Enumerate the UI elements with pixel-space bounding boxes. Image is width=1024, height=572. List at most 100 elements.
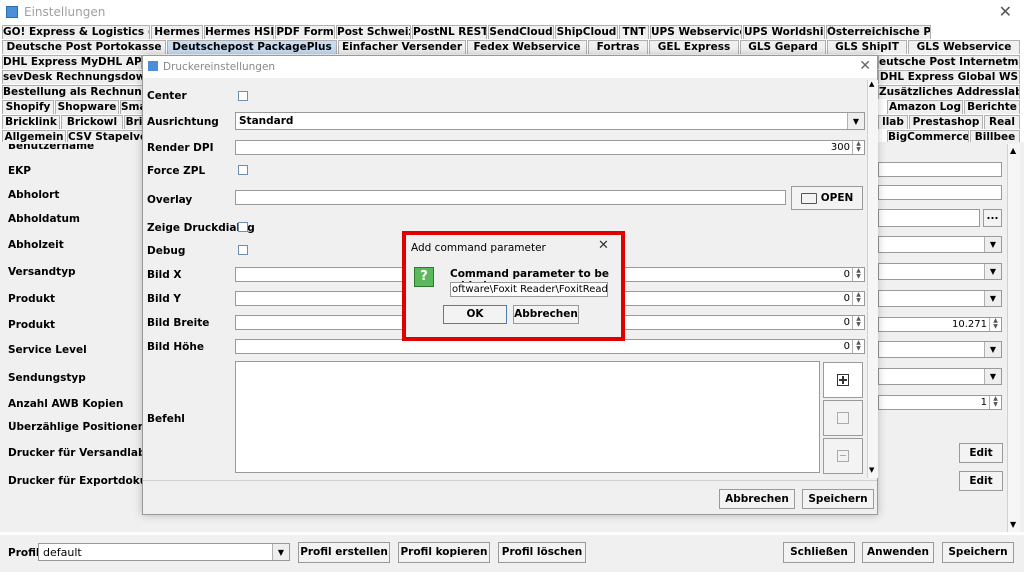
ausrichtung-select[interactable]: Standard ▼ [235,112,865,130]
overlay-input[interactable] [235,190,786,205]
render-dpi-spinner[interactable]: 300 ▲ ▼ [235,140,865,155]
profil-loeschen-button[interactable]: Profil löschen [498,542,586,563]
tab-prestashop[interactable]: Prestashop [909,115,983,129]
spinner-arrows-icon[interactable]: ▲ ▼ [989,396,1001,409]
close-icon[interactable]: ✕ [859,58,871,74]
befehl-label: Befehl [147,413,185,425]
dialog-scrollbar[interactable]: ▲ ▼ [867,80,878,478]
dialog-title: Druckereinstellungen [163,61,276,73]
tab-berichte[interactable]: Berichte [964,100,1020,114]
edit-exportdokumente-button[interactable]: Edit [959,471,1003,491]
tab-pdf-form[interactable]: PDF Form [275,25,335,39]
open-button[interactable]: OPEN [791,186,863,210]
force-zpl-checkbox[interactable] [238,165,248,175]
produkt-select[interactable]: ▼ [878,290,1002,307]
versandtyp-select[interactable]: ▼ [878,263,1002,280]
tab-real[interactable]: Real [984,115,1020,129]
tab-sevdesk[interactable]: sevDesk Rechnungsdownlo [2,70,147,84]
chevron-down-icon: ▼ [984,237,1001,252]
tab-oesterreichische-post[interactable]: Österreichische Post [826,25,931,39]
bild-y-value: 0 [843,293,850,304]
tab-sendcloud[interactable]: SendCloud [488,25,554,39]
folder-icon [800,192,817,204]
tab-ups-webservice[interactable]: UPS Webservice [650,25,742,39]
edit-command-button[interactable] [823,400,863,436]
spinner-arrows-icon[interactable]: ▲ ▼ [852,141,864,154]
chevron-down-icon: ▼ [984,291,1001,306]
befehl-list[interactable] [235,361,820,473]
spinner-arrows-icon[interactable]: ▲ ▼ [852,316,864,329]
ekp-input[interactable] [878,162,1002,177]
tab-gls-shipit[interactable]: GLS ShipIT [827,40,907,54]
tab-deutschepost-packageplus[interactable]: Deutschepost PackagePlus [167,40,337,54]
tab-go-express[interactable]: GO! Express & Logistics (AX4) [2,25,150,39]
tab-einfacher-versender[interactable]: Einfacher Versender [338,40,466,54]
tab-ups-worldship[interactable]: UPS Worldship [743,25,825,39]
tab-shopify[interactable]: Shopify [2,100,54,114]
tab-llab[interactable]: llab [878,115,908,129]
tab-sma[interactable]: Sma [120,100,144,114]
tab-zusaetzliches-addresslabel[interactable]: Zusätzliches Addresslabel [878,85,1020,99]
tab-gls-gepard[interactable]: GLS Gepard [740,40,826,54]
profil-kopieren-button[interactable]: Profil kopieren [398,542,490,563]
schliessen-button[interactable]: Schließen [783,542,855,563]
profil-select[interactable]: default ▼ [38,543,290,561]
tab-brickowl[interactable]: Brickowl [61,115,123,129]
scroll-down-icon[interactable]: ▼ [869,466,874,474]
date-picker-button[interactable]: ... [983,209,1002,227]
sendungstyp-select[interactable]: ▼ [878,368,1002,385]
scroll-up-icon[interactable]: ▲ [1010,146,1016,155]
profil-erstellen-button[interactable]: Profil erstellen [298,542,390,563]
tab-tnt[interactable]: TNT [619,25,649,39]
bild-hoehe-spinner[interactable]: 0 ▲ ▼ [235,339,865,354]
tab-postnl-rest[interactable]: PostNL REST [412,25,487,39]
force-zpl-label: Force ZPL [147,165,206,177]
tab-shipcloud[interactable]: ShipCloud [555,25,618,39]
add-command-button[interactable] [823,362,863,398]
tab-hermes[interactable]: Hermes [151,25,203,39]
awb-kopien-spinner[interactable]: 1 ▲ ▼ [878,395,1002,410]
tab-dhl-express-mydhl[interactable]: DHL Express MyDHL API [2,55,142,69]
tab-fedex-webservice[interactable]: Fedex Webservice [467,40,587,54]
abbrechen-button[interactable]: Abbrechen [719,489,795,509]
speichern-main-button[interactable]: Speichern [942,542,1014,563]
produkt-spinner[interactable]: 10.271 ▲ ▼ [878,317,1002,332]
window-title: Einstellungen [24,5,106,19]
edit-versandlabel-button[interactable]: Edit [959,443,1003,463]
tab-amazon-log[interactable]: Amazon Log [887,100,963,114]
zeige-druckdialog-checkbox[interactable] [238,222,248,232]
service-level-select[interactable]: ▼ [878,341,1002,358]
remove-command-button[interactable] [823,438,863,474]
spinner-arrows-icon[interactable]: ▲ ▼ [852,340,864,353]
tab-gls-webservice[interactable]: GLS Webservice [908,40,1020,54]
tab-shopware[interactable]: Shopware [55,100,119,114]
abholdatum-input[interactable] [878,209,980,227]
scroll-up-icon[interactable]: ▲ [869,80,874,88]
tab-bestellung-als-rechnung[interactable]: Bestellung als Rechnung [2,85,147,99]
anwenden-button[interactable]: Anwenden [862,542,934,563]
tab-fortras[interactable]: Fortras [588,40,648,54]
profil-value: default [43,546,82,559]
debug-label: Debug [147,245,186,257]
spinner-arrows-icon[interactable]: ▲ ▼ [852,268,864,281]
spinner-arrows-icon[interactable]: ▲ ▼ [989,318,1001,331]
tab-dhl-express-global-ws[interactable]: DHL Express Global WS [878,70,1020,84]
scroll-down-icon[interactable]: ▼ [1010,520,1016,529]
tab-bricklink[interactable]: Bricklink [2,115,60,129]
center-checkbox[interactable] [238,91,248,101]
remove-icon [837,450,849,462]
spinner-arrows-icon[interactable]: ▲ ▼ [852,292,864,305]
abholort-input[interactable] [878,185,1002,200]
tab-post-schweiz[interactable]: Post Schweiz [336,25,411,39]
speichern-button[interactable]: Speichern [802,489,874,509]
debug-checkbox[interactable] [238,245,248,255]
tab-deutsche-post-internetmarke[interactable]: eutsche Post Internetmarke [878,55,1020,69]
main-scrollbar[interactable]: ▲ ▼ [1007,144,1020,532]
tab-gel-express[interactable]: GEL Express [649,40,739,54]
abholzeit-select[interactable]: ▼ [878,236,1002,253]
tab-bri[interactable]: Bri [124,115,144,129]
tab-row-2: Deutsche Post Portokasse Deutschepost Pa… [2,40,1020,54]
tab-hermes-hsi[interactable]: Hermes HSI [204,25,274,39]
close-icon[interactable]: ✕ [999,2,1012,21]
tab-deutsche-post-portokasse[interactable]: Deutsche Post Portokasse [2,40,166,54]
